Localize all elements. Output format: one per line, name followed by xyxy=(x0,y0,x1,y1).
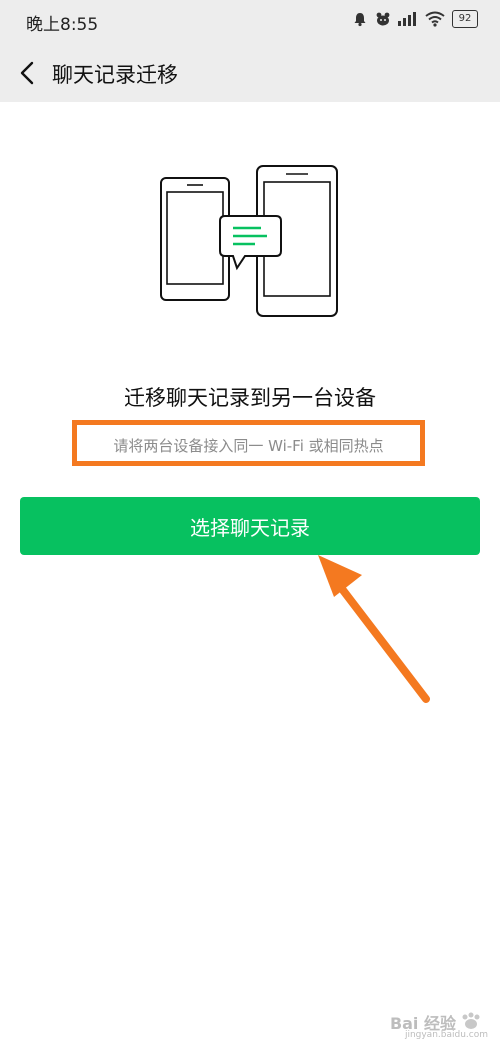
watermark-url: jingyan.baidu.com xyxy=(404,1030,488,1040)
app-notification-icon xyxy=(376,12,390,26)
status-bar: 晚上8:55 92 xyxy=(0,0,500,44)
baidu-jingyan-watermark: Bai 经验 jingyan.baidu.com xyxy=(373,1010,488,1046)
page-title: 聊天记录迁移 xyxy=(52,63,178,87)
status-icons: 92 xyxy=(352,10,478,28)
migration-heading: 迁移聊天记录到另一台设备 xyxy=(124,386,376,410)
chevron-left-icon[interactable] xyxy=(12,56,46,90)
signal-icon xyxy=(398,12,416,26)
alarm-icon xyxy=(354,13,366,27)
two-phones-chat-bubble-illustration xyxy=(160,165,338,317)
hint-annotation-box: 请将两台设备接入同一 Wi-Fi 或相同热点 xyxy=(72,420,425,466)
wifi-hint-text: 请将两台设备接入同一 Wi-Fi 或相同热点 xyxy=(113,437,384,455)
annotation-arrow-icon xyxy=(318,555,430,703)
left-phone-icon xyxy=(160,177,230,301)
status-time: 晚上8:55 xyxy=(26,15,99,35)
battery-icon: 92 xyxy=(452,10,478,28)
nav-bar: 聊天记录迁移 xyxy=(0,44,500,102)
paw-logo-icon xyxy=(462,1012,480,1029)
wifi-icon xyxy=(425,11,445,27)
